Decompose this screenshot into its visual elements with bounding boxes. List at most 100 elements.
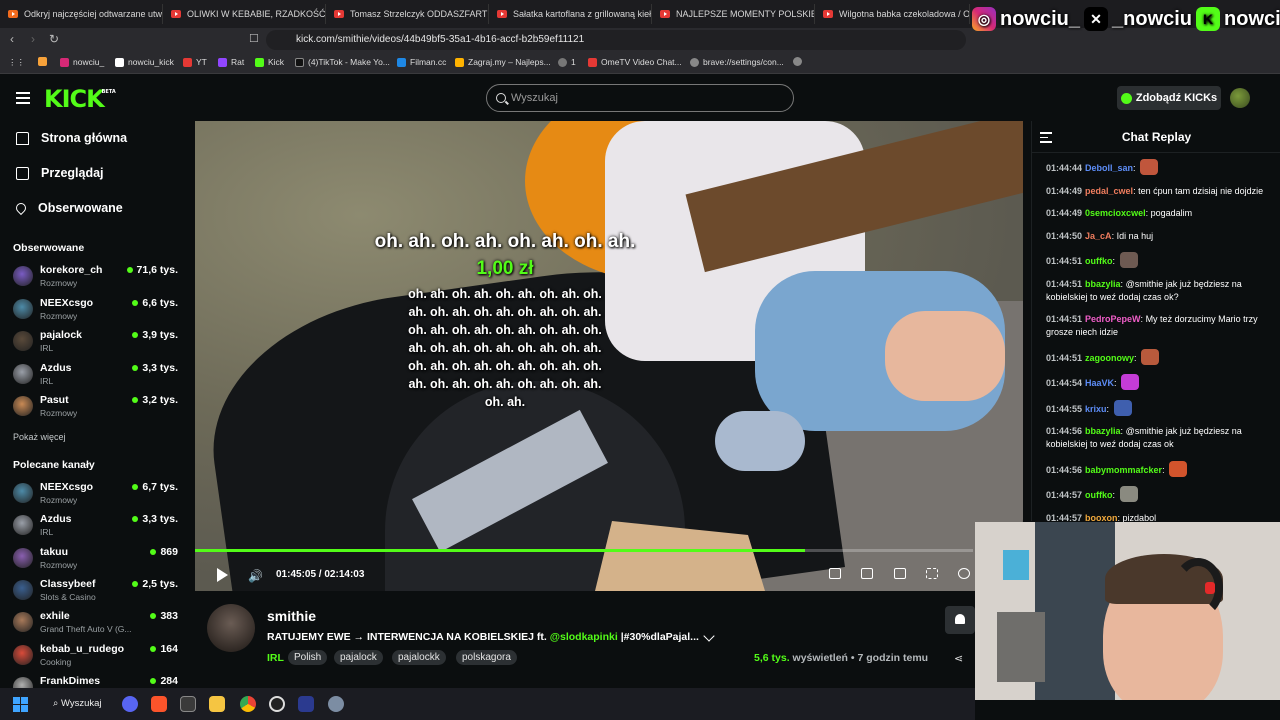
chat-username[interactable]: babymommafcker <box>1085 465 1162 475</box>
chat-message: 01:44:56 babymommafcker: <box>1046 460 1274 477</box>
discord-icon[interactable] <box>122 696 138 712</box>
sidebar-channel-item[interactable]: kebab_u_rudego Cooking 164 <box>13 643 178 671</box>
channel-name: Classybeef <box>40 577 96 590</box>
nav-home[interactable]: Strona główna <box>16 131 127 145</box>
back-icon[interactable]: ‹ <box>10 32 14 46</box>
sidebar-channel-item[interactable]: NEEXcsgo Rozmowy 6,7 tys. <box>13 481 178 509</box>
bookmark-item[interactable]: Zagraj.my – Najleps... <box>455 57 551 67</box>
chat-username[interactable]: bbazylia <box>1085 279 1121 289</box>
theater-mode-icon[interactable] <box>861 568 873 579</box>
category-link[interactable]: IRL <box>267 652 284 664</box>
notification-bell-button[interactable] <box>945 606 975 634</box>
bookmark-item[interactable]: (4)TikTok - Make Yo... <box>295 57 390 67</box>
chat-username[interactable]: booxon <box>1085 513 1118 523</box>
bookmark-item[interactable]: nowciu_kick <box>115 57 174 67</box>
video-tag[interactable]: polskagora <box>456 650 517 665</box>
get-kicks-button[interactable]: Zdobądź KICKs <box>1117 86 1221 110</box>
apps-grid-icon[interactable]: ⋮⋮ <box>8 57 25 68</box>
viewer-count: 164 <box>150 643 178 655</box>
bookmark-item[interactable]: OmeTV Video Chat... <box>588 57 682 67</box>
chat-timestamp: 01:44:55 <box>1046 403 1083 414</box>
clip-icon[interactable] <box>829 568 841 579</box>
windows-start-icon[interactable] <box>13 697 28 712</box>
chat-username[interactable]: PedroPepeW <box>1085 314 1141 324</box>
chevron-down-icon[interactable] <box>703 630 715 642</box>
play-icon[interactable] <box>217 568 228 582</box>
viewer-count: 3,9 tys. <box>132 329 178 341</box>
streamer-avatar[interactable] <box>207 604 255 652</box>
webcam-scene-headphone-light <box>1205 582 1215 594</box>
file-explorer-icon[interactable] <box>209 696 225 712</box>
bookmark-item[interactable]: nowciu_ <box>60 57 104 67</box>
nav-label: Przeglądaj <box>41 166 104 180</box>
channel-avatar <box>13 298 33 319</box>
bookmark-folder-icon[interactable] <box>38 57 47 66</box>
user-avatar[interactable] <box>1230 88 1250 108</box>
browser-tab[interactable]: Odkryj najczęściej odtwarzane utwo... <box>0 4 163 24</box>
chat-username[interactable]: krixu <box>1085 404 1107 414</box>
bookmark-item[interactable]: Kick <box>255 57 284 67</box>
browser-tab[interactable]: Wilgotna babka czekoladowa / Odd <box>815 4 970 24</box>
video-progress-bar[interactable] <box>195 549 973 552</box>
globe-icon[interactable] <box>793 57 802 66</box>
search-input[interactable]: Wyszukaj <box>486 84 794 112</box>
settings-icon[interactable] <box>328 696 344 712</box>
sidebar-channel-item[interactable]: pajalock IRL 3,9 tys. <box>13 329 178 357</box>
video-player[interactable]: oh. ah. oh. ah. oh. ah. oh. ah. 1,00 zł … <box>195 121 1023 591</box>
nav-following[interactable]: Obserwowane <box>13 200 123 216</box>
chat-username[interactable]: 0semcioxcwel <box>1085 208 1146 218</box>
chat-username[interactable]: Ja_cA <box>1085 231 1112 241</box>
show-more-link[interactable]: Pokaż więcej <box>13 432 66 442</box>
sidebar-channel-item[interactable]: exhile Grand Theft Auto V (G... 383 <box>13 610 178 638</box>
share-icon[interactable]: ⋖ <box>954 652 963 665</box>
tab-title: Tomasz Strzelczyk ODDASZFARTUCH <box>350 9 488 19</box>
chat-username[interactable]: ouffko <box>1085 256 1113 266</box>
video-tag[interactable]: pajalockk <box>392 650 446 665</box>
browser-tab[interactable]: NAJLEPSZE MOMENTY POLSKIEGO T <box>652 4 815 24</box>
forward-icon[interactable]: › <box>31 32 35 46</box>
app-icon[interactable] <box>180 696 196 712</box>
chrome-icon[interactable] <box>240 696 256 712</box>
sidebar-channel-item[interactable]: korekore_ch Rozmowy 71,6 tys. <box>13 264 178 292</box>
bookmark-item[interactable]: 1 <box>558 57 576 67</box>
sidebar-channel-item[interactable]: Azdus IRL 3,3 tys. <box>13 513 178 541</box>
browser-tab[interactable]: OLIWKI W KEBABIE, RZADKOŚĆ - DO <box>163 4 326 24</box>
sidebar-channel-item[interactable]: Classybeef Slots & Casino 2,5 tys. <box>13 578 178 606</box>
chat-username[interactable]: Deboll_san <box>1085 163 1133 173</box>
bookmark-icon[interactable]: ☐ <box>249 32 259 45</box>
browser-tab[interactable]: Tomasz Strzelczyk ODDASZFARTUCH <box>326 4 489 24</box>
menu-icon[interactable] <box>16 92 30 104</box>
title-mention-link[interactable]: @slodkapinki <box>550 631 618 643</box>
app-icon-2[interactable] <box>298 696 314 712</box>
video-tag[interactable]: Polish <box>288 650 328 665</box>
reload-icon[interactable]: ↻ <box>49 32 59 46</box>
streamer-name[interactable]: smithie <box>267 608 316 624</box>
bookmark-item[interactable]: brave://settings/con... <box>690 57 784 67</box>
chat-timestamp: 01:44:49 <box>1046 185 1083 196</box>
obs-icon[interactable] <box>269 696 285 712</box>
pip-icon[interactable] <box>894 568 906 579</box>
url-input[interactable]: kick.com/smithie/videos/44b49bf5-35a1-4b… <box>266 30 966 50</box>
settings-gear-icon[interactable] <box>958 568 970 579</box>
browser-tab[interactable]: Sałatka kartoflana z grillowaną kiełb <box>489 4 652 24</box>
sidebar-channel-item[interactable]: FrankDimes 284 <box>13 675 178 688</box>
sidebar-channel-item[interactable]: Pasut Rozmowy 3,2 tys. <box>13 394 178 422</box>
volume-icon[interactable]: 🔊 <box>248 569 263 583</box>
taskbar-search[interactable]: ⌕ Wyszukaj <box>53 698 102 709</box>
bookmark-item[interactable]: Rat <box>218 57 244 67</box>
video-tag[interactable]: pajalock <box>334 650 383 665</box>
kick-logo[interactable]: KICK BETA <box>44 85 116 113</box>
sidebar-channel-item[interactable]: takuu Rozmowy 869 <box>13 546 178 574</box>
sidebar-channel-item[interactable]: Azdus IRL 3,3 tys. <box>13 362 178 390</box>
fullscreen-icon[interactable] <box>926 568 938 579</box>
chat-username[interactable]: zagoonowy <box>1085 353 1134 363</box>
chat-username[interactable]: ouffko <box>1085 490 1113 500</box>
bookmark-item[interactable]: YT <box>183 57 207 67</box>
sidebar-channel-item[interactable]: NEEXcsgo Rozmowy 6,6 tys. <box>13 297 178 325</box>
nav-browse[interactable]: Przeglądaj <box>16 166 104 180</box>
brave-icon[interactable] <box>151 696 167 712</box>
chat-username[interactable]: pedal_cwel <box>1085 186 1133 196</box>
chat-username[interactable]: HaaVK <box>1085 378 1114 388</box>
bookmark-item[interactable]: Filman.cc <box>397 57 446 67</box>
chat-username[interactable]: bbazylia <box>1085 426 1121 436</box>
